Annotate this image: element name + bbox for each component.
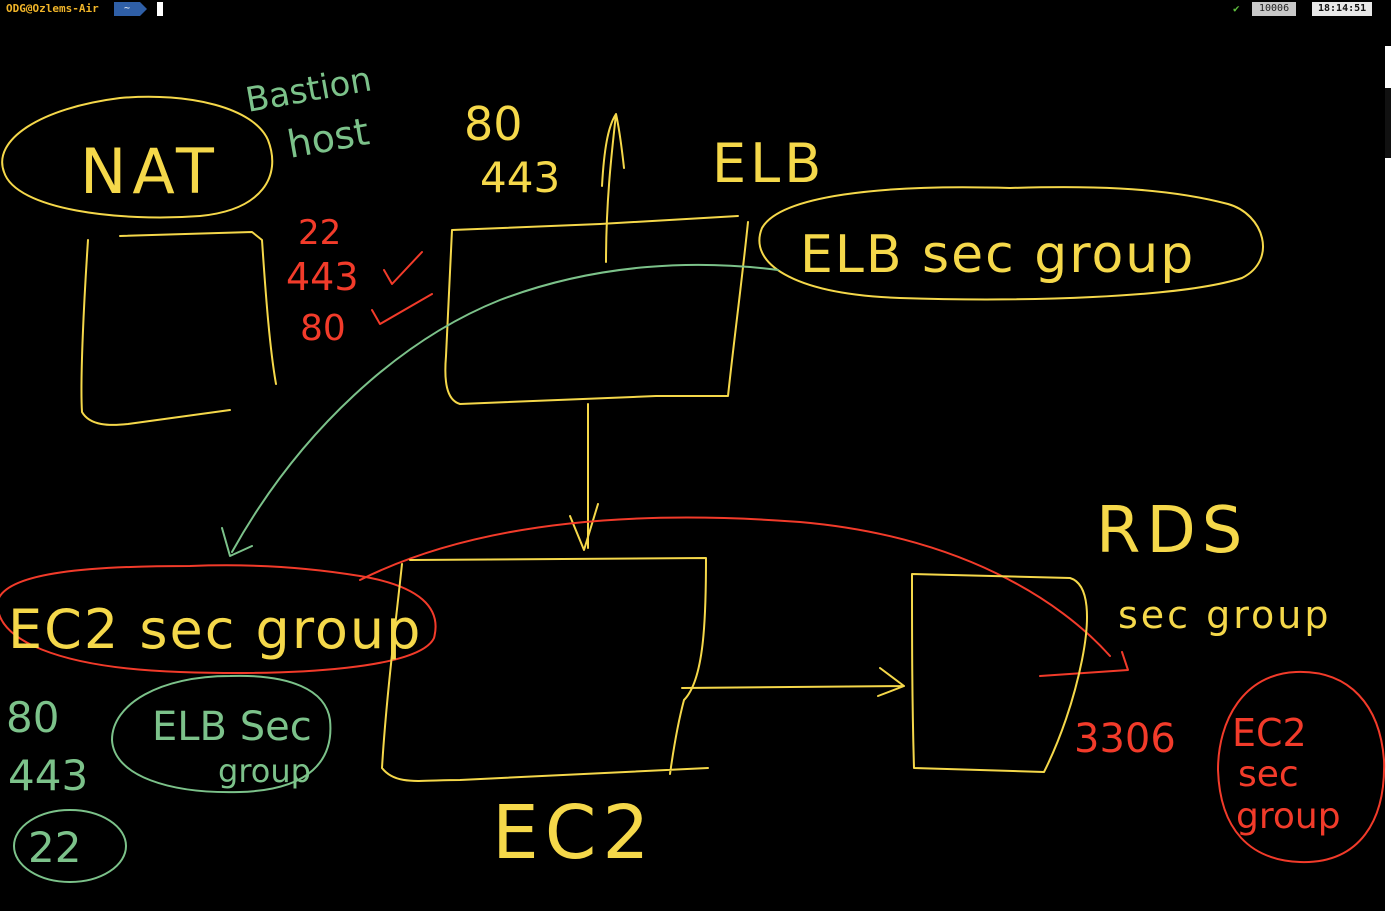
nat-port-22: 22	[298, 213, 341, 253]
nat-port-443: 443	[286, 255, 359, 299]
check-mark-80	[371, 293, 433, 325]
ec2-inner-group-line1: ELB Sec	[152, 704, 312, 750]
rds-port-3306: 3306	[1074, 716, 1176, 762]
rds-box	[911, 573, 1088, 773]
ec2-port-22: 22	[28, 823, 81, 872]
ec2-inner-group-line2: group	[218, 752, 311, 790]
nat-label: NAT	[80, 135, 220, 208]
ec2-port-443: 443	[8, 751, 88, 800]
ec2-ports: 80 443 22	[6, 693, 127, 883]
elb-port-443: 443	[480, 153, 560, 202]
nat-ports: 22 443 80	[286, 213, 433, 349]
rds-inner-group-line3: group	[1236, 796, 1341, 837]
ec2-sec-group-label: EC2 sec group	[8, 598, 422, 661]
diagram-canvas: NAT Bastion host 22 443 80 80 443 ELB EL…	[0, 59, 1386, 883]
elb-sec-group-label: ELB sec group	[800, 225, 1195, 285]
elb-box	[444, 215, 749, 405]
rds-inner-group-line1: EC2	[1232, 711, 1307, 755]
incoming-arrow	[601, 113, 625, 263]
ec2-box	[381, 557, 709, 782]
ec2-sg-to-rds-arc	[359, 516, 1129, 677]
bastion-label-line2: host	[284, 109, 372, 167]
ec2-label: EC2	[492, 790, 656, 876]
check-mark-443	[383, 251, 423, 285]
whiteboard-screen: ODG@Ozlems-Air ~ ✔ 10006 18:14:51 NAT Ba…	[0, 0, 1391, 911]
rds-label: RDS	[1096, 494, 1248, 568]
elb-to-ec2-arrow	[569, 403, 599, 551]
rds-inner-group-line2: sec	[1238, 754, 1299, 795]
elb-port-80: 80	[464, 97, 523, 151]
rds-sec-group-label: sec group	[1118, 593, 1332, 637]
ec2-port-80: 80	[6, 693, 59, 742]
elb-label: ELB	[712, 132, 825, 195]
nat-port-80: 80	[300, 308, 346, 349]
nat-box	[80, 231, 277, 426]
ec2-to-rds-arrow	[681, 667, 905, 697]
